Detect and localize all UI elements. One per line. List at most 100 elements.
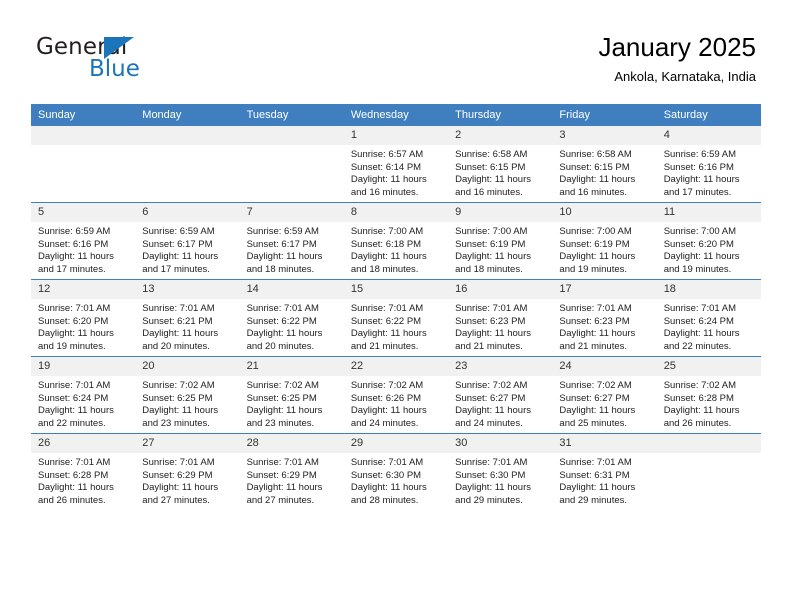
calendar-day-cell[interactable]: 4 Sunrise: 6:59 AM Sunset: 6:16 PM Daylight…: [656, 126, 761, 203]
calendar-day-cell[interactable]: 25 Sunrise: 7:02 AM Sunset: 6:28 PM Dayligh…: [656, 356, 761, 434]
calendar-day-cell[interactable]: 14 Sunrise: 7:01 AM Sunset: 6:22 PM Dayligh…: [239, 279, 344, 357]
daylight-text-line1: Daylight: 11 hours: [350, 482, 427, 493]
daylight-text-line1: Daylight: 11 hours: [559, 174, 636, 185]
calendar-header-row: Sunday Monday Tuesday Wednesday Thursday…: [31, 104, 761, 126]
calendar-day-cell[interactable]: 20 Sunrise: 7:02 AM Sunset: 6:25 PM Dayligh…: [135, 356, 240, 434]
calendar-day-cell[interactable]: 22 Sunrise: 7:02 AM Sunset: 6:26 PM Dayligh…: [343, 356, 449, 434]
day-number: 12: [31, 280, 136, 299]
day-number: 26: [31, 434, 136, 453]
calendar-day-cell[interactable]: 1 Sunrise: 6:57 AM Sunset: 6:14 PM Daylight…: [343, 126, 449, 203]
daylight-text-line2: and 28 minutes.: [350, 494, 419, 506]
weekday-header-wednesday: Wednesday: [343, 104, 449, 126]
day-details: Sunrise: 6:59 AM Sunset: 6:17 PM Daylight:…: [135, 222, 239, 276]
day-number: 28: [239, 434, 344, 453]
daylight-text-line2: and 27 minutes.: [142, 494, 210, 506]
daylight-text-line2: and 20 minutes.: [246, 340, 315, 352]
calendar-day-cell[interactable]: 31 Sunrise: 7:01 AM Sunset: 6:31 PM Dayligh…: [552, 433, 657, 510]
day-number: 31: [552, 434, 657, 453]
sunrise-text: Sunrise: 7:01 AM: [38, 380, 111, 391]
day-details: Sunrise: 7:01 AM Sunset: 6:22 PM Daylight:…: [240, 299, 344, 353]
calendar-day-cell[interactable]: 15 Sunrise: 7:01 AM Sunset: 6:22 PM Dayligh…: [343, 279, 449, 357]
day-number: 8: [343, 203, 449, 222]
daylight-text-line1: Daylight: 11 hours: [142, 482, 219, 493]
calendar-day-cell[interactable]: 2 Sunrise: 6:58 AM Sunset: 6:15 PM Daylight…: [448, 126, 553, 203]
daylight-text-line2: and 19 minutes.: [663, 263, 732, 275]
day-details: Sunrise: 7:01 AM Sunset: 6:28 PM Daylight:…: [31, 453, 135, 507]
sunset-text: Sunset: 6:23 PM: [455, 315, 526, 327]
weekday-header-sunday: Sunday: [31, 104, 136, 126]
daylight-text-line2: and 19 minutes.: [559, 263, 628, 275]
calendar-day-cell[interactable]: 7 Sunrise: 6:59 AM Sunset: 6:17 PM Daylight…: [239, 202, 344, 280]
sunrise-text: Sunrise: 6:58 AM: [455, 149, 528, 160]
calendar-day-cell[interactable]: 3 Sunrise: 6:58 AM Sunset: 6:15 PM Daylight…: [552, 126, 657, 203]
sunrise-text: Sunrise: 7:00 AM: [455, 226, 528, 237]
calendar-day-cell[interactable]: 21 Sunrise: 7:02 AM Sunset: 6:25 PM Dayligh…: [239, 356, 344, 434]
calendar-day-cell[interactable]: 8 Sunrise: 7:00 AM Sunset: 6:18 PM Daylight…: [343, 202, 449, 280]
sunrise-text: Sunrise: 6:59 AM: [142, 226, 215, 237]
day-details: Sunrise: 7:01 AM Sunset: 6:29 PM Daylight:…: [240, 453, 344, 507]
calendar-day-cell[interactable]: 12 Sunrise: 7:01 AM Sunset: 6:20 PM Dayligh…: [31, 279, 136, 357]
daylight-text-line2: and 23 minutes.: [142, 417, 210, 429]
day-details: Sunrise: 7:02 AM Sunset: 6:27 PM Daylight:…: [448, 376, 552, 430]
daylight-text-line2: and 26 minutes.: [38, 494, 106, 506]
calendar-day-cell[interactable]: 17 Sunrise: 7:01 AM Sunset: 6:23 PM Dayligh…: [552, 279, 657, 357]
calendar-day-cell[interactable]: 16 Sunrise: 7:01 AM Sunset: 6:23 PM Dayligh…: [448, 279, 553, 357]
day-details: Sunrise: 7:01 AM Sunset: 6:29 PM Daylight:…: [135, 453, 239, 507]
calendar-body: 1 Sunrise: 6:57 AM Sunset: 6:14 PM Daylight…: [31, 126, 761, 510]
day-number: 18: [656, 280, 761, 299]
daylight-text-line2: and 21 minutes.: [559, 340, 628, 352]
calendar-day-cell[interactable]: 6 Sunrise: 6:59 AM Sunset: 6:17 PM Daylight…: [135, 202, 240, 280]
sunset-text: Sunset: 6:26 PM: [350, 392, 422, 404]
daylight-text-line1: Daylight: 11 hours: [455, 482, 531, 493]
daylight-text-line2: and 26 minutes.: [663, 417, 732, 429]
calendar-day-cell[interactable]: 19 Sunrise: 7:01 AM Sunset: 6:24 PM Dayligh…: [31, 356, 136, 434]
daylight-text-line2: and 17 minutes.: [38, 263, 106, 275]
day-number: 9: [448, 203, 553, 222]
sunset-text: Sunset: 6:24 PM: [38, 392, 109, 404]
sunrise-text: Sunrise: 7:00 AM: [350, 226, 424, 237]
day-details: Sunrise: 6:58 AM Sunset: 6:15 PM Daylight:…: [448, 145, 552, 199]
calendar-day-cell[interactable]: 5 Sunrise: 6:59 AM Sunset: 6:16 PM Daylight…: [31, 202, 136, 280]
calendar-day-cell[interactable]: 26 Sunrise: 7:01 AM Sunset: 6:28 PM Dayligh…: [31, 433, 136, 510]
daylight-text-line1: Daylight: 11 hours: [559, 482, 636, 493]
calendar-day-cell[interactable]: 18 Sunrise: 7:01 AM Sunset: 6:24 PM Dayligh…: [656, 279, 761, 357]
daylight-text-line2: and 16 minutes.: [455, 186, 523, 198]
daylight-text-line1: Daylight: 11 hours: [246, 405, 323, 416]
daylight-text-line1: Daylight: 11 hours: [455, 328, 531, 339]
sunrise-text: Sunrise: 7:02 AM: [559, 380, 632, 391]
sunrise-text: Sunrise: 6:59 AM: [246, 226, 319, 237]
sunrise-text: Sunrise: 7:01 AM: [38, 303, 111, 314]
day-details: Sunrise: 7:02 AM Sunset: 6:28 PM Daylight:…: [657, 376, 761, 430]
weekday-header-tuesday: Tuesday: [239, 104, 344, 126]
day-number: 3: [552, 126, 657, 145]
calendar-day-cell[interactable]: 11 Sunrise: 7:00 AM Sunset: 6:20 PM Dayligh…: [656, 202, 761, 280]
calendar-day-cell[interactable]: 28 Sunrise: 7:01 AM Sunset: 6:29 PM Dayligh…: [239, 433, 344, 510]
daylight-text-line1: Daylight: 11 hours: [455, 251, 531, 262]
calendar-day-cell[interactable]: 9 Sunrise: 7:00 AM Sunset: 6:19 PM Daylight…: [448, 202, 553, 280]
day-details: Sunrise: 7:01 AM Sunset: 6:22 PM Daylight:…: [344, 299, 448, 353]
calendar-day-cell[interactable]: 13 Sunrise: 7:01 AM Sunset: 6:21 PM Dayligh…: [135, 279, 240, 357]
sunset-text: Sunset: 6:28 PM: [663, 392, 734, 404]
day-details: Sunrise: 6:57 AM Sunset: 6:14 PM Daylight:…: [344, 145, 448, 199]
sunrise-text: Sunrise: 7:01 AM: [142, 457, 215, 468]
calendar-day-cell[interactable]: 30 Sunrise: 7:01 AM Sunset: 6:30 PM Dayligh…: [448, 433, 553, 510]
generalblue-logo[interactable]: General Blue: [36, 34, 256, 90]
calendar-day-cell-empty: [31, 126, 136, 203]
day-details: Sunrise: 7:00 AM Sunset: 6:19 PM Daylight:…: [552, 222, 656, 276]
calendar-day-cell[interactable]: 24 Sunrise: 7:02 AM Sunset: 6:27 PM Dayligh…: [552, 356, 657, 434]
daylight-text-line1: Daylight: 11 hours: [455, 174, 531, 185]
logo-text-blue: Blue: [89, 56, 140, 82]
day-number: 29: [343, 434, 449, 453]
daylight-text-line1: Daylight: 11 hours: [663, 251, 740, 262]
sunset-text: Sunset: 6:29 PM: [246, 469, 317, 481]
calendar-day-cell[interactable]: 27 Sunrise: 7:01 AM Sunset: 6:29 PM Dayligh…: [135, 433, 240, 510]
sunrise-text: Sunrise: 7:02 AM: [142, 380, 215, 391]
calendar-day-cell[interactable]: 23 Sunrise: 7:02 AM Sunset: 6:27 PM Dayligh…: [448, 356, 553, 434]
calendar-day-cell[interactable]: 10 Sunrise: 7:00 AM Sunset: 6:19 PM Dayligh…: [552, 202, 657, 280]
day-details: Sunrise: 7:01 AM Sunset: 6:23 PM Daylight:…: [552, 299, 656, 353]
sunset-text: Sunset: 6:27 PM: [559, 392, 630, 404]
daylight-text-line1: Daylight: 11 hours: [246, 328, 323, 339]
sunset-text: Sunset: 6:27 PM: [455, 392, 526, 404]
day-number: 27: [135, 434, 240, 453]
calendar-day-cell[interactable]: 29 Sunrise: 7:01 AM Sunset: 6:30 PM Dayligh…: [343, 433, 449, 510]
